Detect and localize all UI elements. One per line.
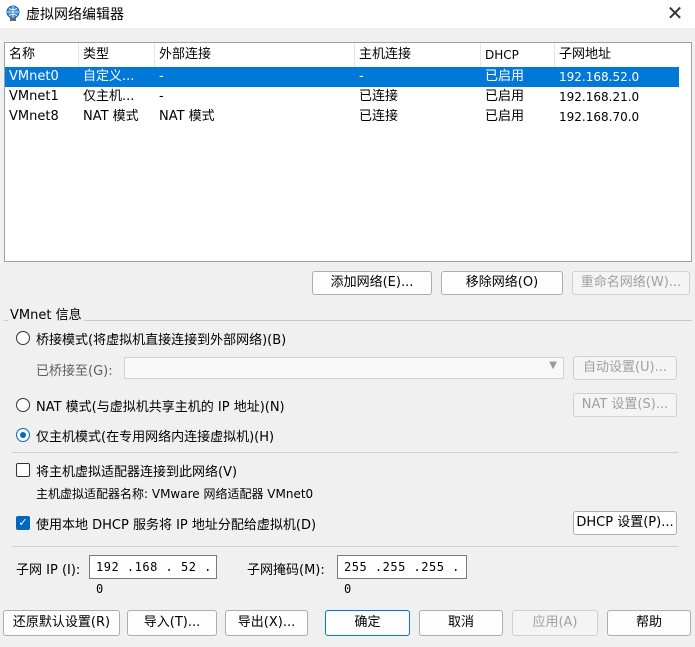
- connect-adapter-checkbox[interactable]: [16, 463, 30, 477]
- cell-name: VMnet0: [9, 69, 59, 84]
- hostonly-mode-radio[interactable]: [16, 428, 30, 442]
- subnet-mask-input[interactable]: 255 .255 .255 . 0: [337, 555, 467, 596]
- chevron-down-icon: ▼: [549, 360, 557, 371]
- dhcp-settings-button[interactable]: DHCP 设置(P)...: [573, 511, 677, 535]
- cell-name: VMnet1: [9, 89, 59, 104]
- cell-subnet: 192.168.70.0: [559, 110, 640, 124]
- nat-mode-radio[interactable]: [16, 398, 30, 412]
- table-row[interactable]: VMnet8 NAT 模式 NAT 模式 已连接 已启用 192.168.70.…: [5, 107, 679, 127]
- checkmark-icon: ✓: [18, 516, 28, 529]
- network-globe-icon: [6, 5, 20, 21]
- nat-settings-button[interactable]: NAT 设置(S)...: [573, 393, 677, 417]
- cell-type: 仅主机...: [83, 89, 135, 104]
- rename-network-button[interactable]: 重命名网络(W)...: [572, 271, 690, 295]
- column-header-external[interactable]: 外部连接: [155, 43, 355, 67]
- column-header-subnet[interactable]: 子网地址: [555, 43, 691, 67]
- bridged-to-label: 已桥接至(G):: [36, 364, 113, 379]
- import-button[interactable]: 导入(T)...: [127, 610, 217, 636]
- column-header-type[interactable]: 类型: [79, 43, 155, 67]
- auto-settings-button[interactable]: 自动设置(U)...: [573, 356, 677, 380]
- cell-dhcp: 已启用: [485, 109, 525, 124]
- cell-type: 自定义...: [83, 69, 135, 84]
- cell-subnet: 192.168.52.0: [559, 70, 640, 84]
- subnet-mask-label: 子网掩码(M):: [247, 563, 325, 578]
- help-button[interactable]: 帮助: [607, 610, 691, 636]
- cell-subnet: 192.168.21.0: [559, 90, 640, 104]
- column-header-dhcp[interactable]: DHCP: [481, 43, 555, 67]
- remove-network-button[interactable]: 移除网络(O): [441, 271, 563, 295]
- subnet-ip-input[interactable]: 192 .168 . 52 . 0: [89, 555, 217, 596]
- cell-name: VMnet8: [9, 109, 59, 124]
- apply-button[interactable]: 应用(A): [512, 610, 598, 636]
- hostonly-mode-label[interactable]: 仅主机模式(在专用网络内连接虚拟机)(H): [36, 426, 274, 445]
- close-icon[interactable]: ✕: [655, 0, 695, 28]
- cell-dhcp: 已启用: [485, 89, 525, 104]
- bridged-mode-radio[interactable]: [16, 331, 30, 345]
- bridged-mode-label[interactable]: 桥接模式(将虚拟机直接连接到外部网络)(B): [36, 329, 286, 348]
- dhcp-checkbox[interactable]: ✓: [16, 516, 30, 530]
- divider: [12, 546, 678, 547]
- ok-button[interactable]: 确定: [325, 610, 410, 636]
- cell-external: -: [159, 89, 164, 104]
- cell-dhcp: 已启用: [485, 69, 525, 84]
- divider: [12, 452, 678, 453]
- vmnet-info-title: VMnet 信息: [8, 304, 84, 323]
- cell-external: -: [159, 69, 164, 84]
- cell-host: 已连接: [359, 89, 399, 104]
- subnet-ip-label: 子网 IP (I):: [16, 563, 81, 578]
- cancel-button[interactable]: 取消: [419, 610, 503, 636]
- cell-host: 已连接: [359, 109, 399, 124]
- cell-type: NAT 模式: [83, 109, 139, 124]
- connect-adapter-label[interactable]: 将主机虚拟适配器连接到此网络(V): [36, 461, 237, 480]
- adapter-name-label: 主机虚拟适配器名称: VMware 网络适配器 VMnet0: [36, 487, 314, 501]
- table-header: 名称 类型 外部连接 主机连接 DHCP 子网地址: [5, 43, 691, 67]
- cell-external: NAT 模式: [159, 109, 215, 124]
- table-row[interactable]: VMnet0 自定义... - - 已启用 192.168.52.0: [5, 67, 679, 87]
- network-table[interactable]: 名称 类型 外部连接 主机连接 DHCP 子网地址 VMnet0 自定义... …: [4, 42, 692, 262]
- restore-defaults-button[interactable]: 还原默认设置(R): [3, 610, 120, 636]
- bridged-to-select[interactable]: ▼: [124, 357, 564, 379]
- table-row[interactable]: VMnet1 仅主机... - 已连接 已启用 192.168.21.0: [5, 87, 679, 107]
- export-button[interactable]: 导出(X)...: [225, 610, 308, 636]
- nat-mode-label[interactable]: NAT 模式(与虚拟机共享主机的 IP 地址)(N): [36, 396, 285, 415]
- dhcp-label[interactable]: 使用本地 DHCP 服务将 IP 地址分配给虚拟机(D): [36, 514, 316, 533]
- column-header-name[interactable]: 名称: [5, 43, 79, 67]
- cell-host: -: [359, 69, 364, 84]
- title-bar: 虚拟网络编辑器 ✕: [0, 0, 695, 28]
- column-header-host[interactable]: 主机连接: [355, 43, 481, 67]
- window-title: 虚拟网络编辑器: [26, 7, 124, 23]
- add-network-button[interactable]: 添加网络(E)...: [312, 271, 432, 295]
